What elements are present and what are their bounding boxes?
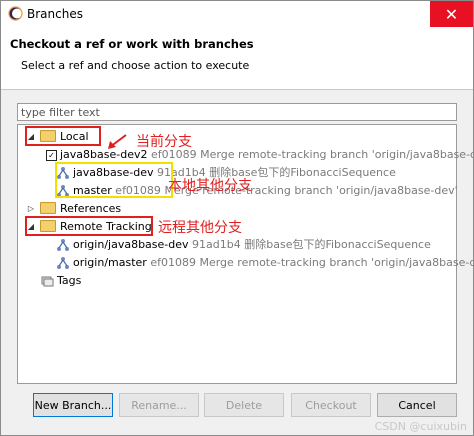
remote-branch-row[interactable]: origin/master ef01089 Merge remote-track… <box>56 254 474 272</box>
branch-name: java8base-dev2 <box>60 148 148 161</box>
eclipse-app-icon <box>8 6 23 21</box>
branch-name: origin/java8base-dev <box>73 238 189 251</box>
rename-button[interactable]: Rename... <box>119 393 199 417</box>
button-row: New Branch... Rename... Delete Checkout … <box>1 393 473 419</box>
tags-label: Tags <box>57 274 82 287</box>
window-title: Branches <box>27 7 83 21</box>
cancel-button[interactable]: Cancel <box>377 393 457 417</box>
remote-highlight-box <box>25 216 153 236</box>
checked-out-icon: ✓ <box>46 150 57 161</box>
branch-message: Merge remote-tracking branch 'origin/jav… <box>199 256 474 269</box>
local-highlight-box <box>25 126 101 146</box>
checkout-button[interactable]: Checkout <box>291 393 371 417</box>
delete-button[interactable]: Delete <box>204 393 284 417</box>
current-branch-annotation: 当前分支 <box>136 134 192 150</box>
watermark: CSDN @cuixubin <box>374 420 467 433</box>
branches-dialog: Branches ✕ Checkout a ref or work with b… <box>0 0 474 436</box>
branch-message: Merge remote-tracking branch 'origin/jav… <box>200 148 474 161</box>
other-local-branches-annotation: 本地其他分支 <box>168 178 252 194</box>
remote-branch-row[interactable]: origin/java8base-dev 91ad1b4 删除base包下的Fi… <box>56 236 431 254</box>
folder-icon <box>40 202 56 214</box>
other-local-highlight-box <box>55 162 173 198</box>
filter-input[interactable] <box>17 103 457 121</box>
remote-other-branches-annotation: 远程其他分支 <box>158 220 242 236</box>
tags-icon <box>41 276 54 287</box>
new-branch-button[interactable]: New Branch... <box>33 393 113 417</box>
branch-icon <box>57 257 69 269</box>
branch-message: 删除base包下的FibonacciSequence <box>244 238 431 251</box>
references-label: References <box>60 202 122 215</box>
branch-icon <box>57 239 69 251</box>
close-icon: ✕ <box>444 4 459 24</box>
branch-name: origin/master <box>73 256 147 269</box>
branch-commit: ef01089 <box>150 256 196 269</box>
tree-node-tags[interactable]: Tags <box>40 272 81 290</box>
dialog-header: Checkout a ref or work with branches Sel… <box>1 27 473 90</box>
title-bar: Branches ✕ <box>1 1 473 27</box>
ref-tree[interactable]: ◢ Local ✓ java8base-dev2 ef01089 Merge r… <box>17 124 473 384</box>
close-button[interactable]: ✕ <box>430 1 473 27</box>
branch-commit: 91ad1b4 <box>192 238 241 251</box>
dialog-description: Select a ref and choose action to execut… <box>21 59 250 72</box>
dialog-heading: Checkout a ref or work with branches <box>10 37 254 51</box>
collapsed-icon[interactable]: ▷ <box>26 204 36 214</box>
arrow-annotation-icon <box>108 134 127 149</box>
